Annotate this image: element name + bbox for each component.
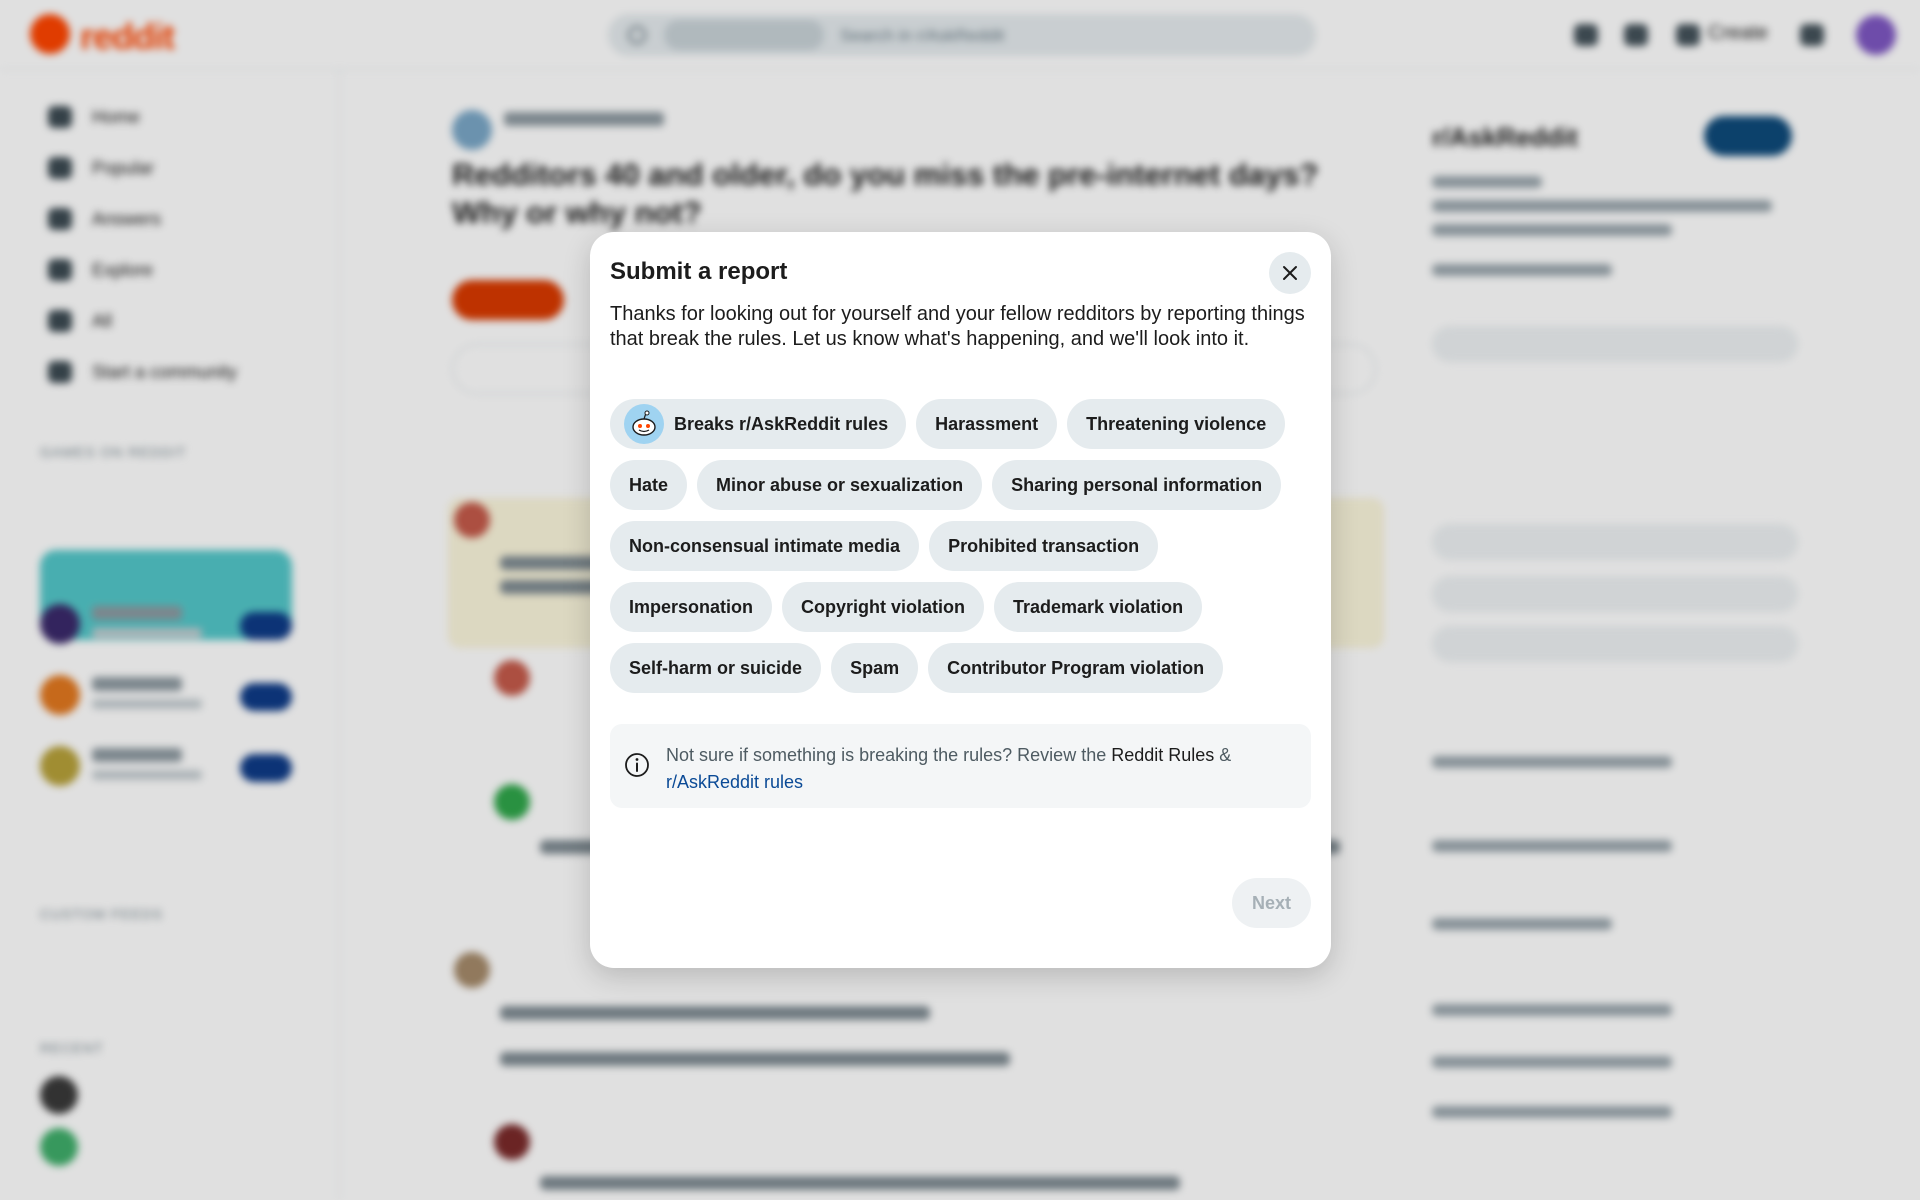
reason-chip-non-consensual-media[interactable]: Non-consensual intimate media	[610, 521, 920, 571]
reason-chip-contributor-program[interactable]: Contributor Program violation	[928, 643, 1224, 693]
modal-intro-text: Thanks for looking out for yourself and …	[610, 303, 1305, 350]
reason-label: Breaks r/AskReddit rules	[674, 413, 889, 434]
info-icon	[625, 753, 649, 777]
reason-chip-spam[interactable]: Spam	[831, 643, 919, 693]
reason-chip-trademark-violation[interactable]: Trademark violation	[994, 582, 1203, 632]
next-button[interactable]: Next	[1232, 878, 1311, 928]
modal-title: Submit a report	[610, 258, 788, 285]
rules-info-text: Not sure if something is breaking the ru…	[666, 742, 1286, 796]
info-ampersand: &	[1214, 745, 1232, 765]
report-reason-list: Breaks r/AskReddit rules Harassment Thre…	[610, 399, 1310, 693]
reason-chip-minor-abuse[interactable]: Minor abuse or sexualization	[697, 460, 983, 510]
reason-chip-breaks-subreddit-rules[interactable]: Breaks r/AskReddit rules	[610, 399, 907, 449]
reason-chip-impersonation[interactable]: Impersonation	[610, 582, 773, 632]
reason-chip-personal-information[interactable]: Sharing personal information	[992, 460, 1282, 510]
reason-chip-self-harm[interactable]: Self-harm or suicide	[610, 643, 822, 693]
reason-chip-threatening-violence[interactable]: Threatening violence	[1067, 399, 1286, 449]
reason-chip-harassment[interactable]: Harassment	[916, 399, 1058, 449]
info-prefix: Not sure if something is breaking the ru…	[666, 745, 1112, 765]
close-button[interactable]	[1269, 252, 1311, 294]
report-modal: Submit a report Thanks for looking out f…	[590, 232, 1331, 968]
reason-chip-prohibited-transaction[interactable]: Prohibited transaction	[929, 521, 1159, 571]
subreddit-snoo-icon	[624, 404, 664, 444]
reason-chip-copyright-violation[interactable]: Copyright violation	[782, 582, 985, 632]
subreddit-rules-link[interactable]: r/AskReddit rules	[666, 772, 803, 792]
reason-chip-hate[interactable]: Hate	[610, 460, 688, 510]
reddit-rules-link[interactable]: Reddit Rules	[1111, 745, 1214, 765]
rules-info-box: Not sure if something is breaking the ru…	[610, 724, 1311, 808]
close-icon	[1283, 266, 1297, 280]
